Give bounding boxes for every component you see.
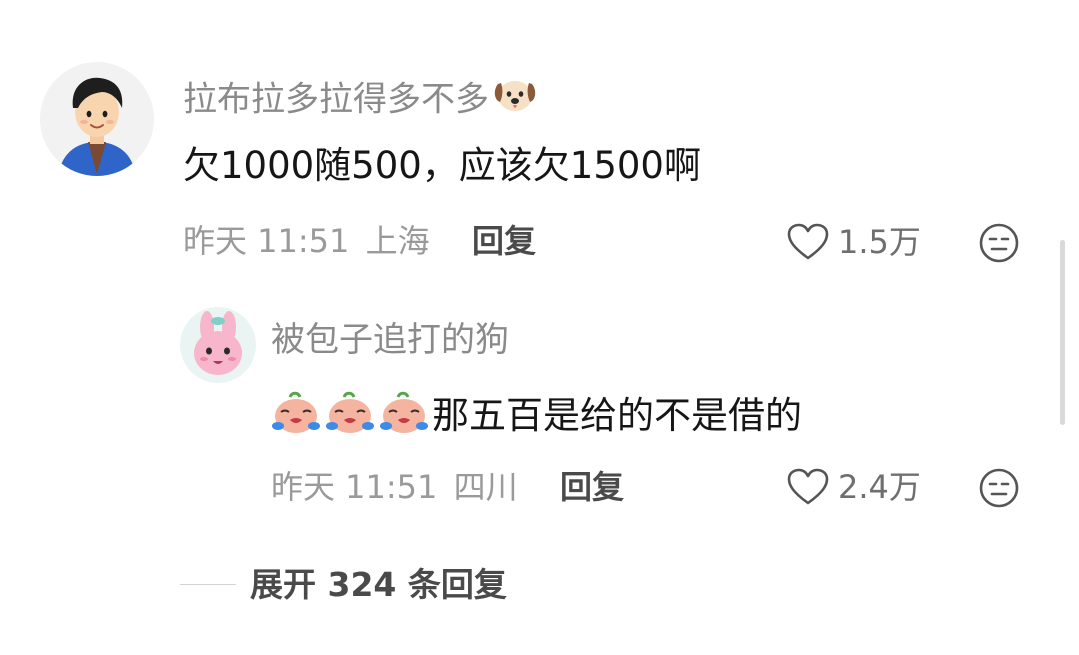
crying-bun-icon — [324, 388, 376, 442]
boy-avatar-icon — [40, 62, 154, 176]
comment-reply-button[interactable]: 回复 — [472, 225, 536, 257]
comment-text: 欠1000随500，应该欠1500啊 — [183, 144, 701, 187]
reply-text-line: 那五百是给的不是借的 — [270, 388, 802, 442]
reply-like-button[interactable]: 2.4万 — [786, 467, 921, 507]
reply-meta: 昨天 11:51 四川 — [271, 471, 518, 503]
dog-face-icon — [491, 74, 539, 120]
crying-bun-icon — [270, 388, 322, 442]
meh-face-icon — [979, 468, 1019, 508]
reply-reply-button[interactable]: 回复 — [560, 471, 624, 503]
reply-like-count: 2.4万 — [838, 468, 921, 506]
reply-location: 四川 — [453, 468, 518, 506]
comment-author-avatar[interactable] — [40, 62, 154, 176]
heart-outline-icon — [787, 223, 829, 260]
crying-bun-icon — [378, 388, 430, 442]
expand-replies-button[interactable]: 展开 324 条回复 — [250, 568, 507, 601]
reply-text: 那五百是给的不是借的 — [432, 393, 802, 437]
comment-time: 昨天 11:51 — [183, 222, 350, 260]
reply-author-name[interactable]: 被包子追打的狗 — [271, 323, 509, 357]
comment-like-button[interactable]: 1.5万 — [786, 222, 921, 262]
reply-author-avatar[interactable] — [180, 307, 256, 383]
comment-author-name[interactable]: 拉布拉多拉得多不多 — [183, 78, 539, 124]
comment-meta: 昨天 11:51 上海 — [183, 225, 430, 257]
comment-dislike-button[interactable] — [978, 222, 1020, 268]
expand-divider — [180, 584, 236, 585]
reply-dislike-button[interactable] — [978, 467, 1020, 513]
comment-location: 上海 — [365, 222, 430, 260]
pink-bunny-avatar-icon — [180, 307, 256, 383]
heart-outline-icon — [787, 468, 829, 505]
scrollbar[interactable] — [1060, 240, 1065, 425]
meh-face-icon — [979, 223, 1019, 263]
reply-time: 昨天 11:51 — [271, 468, 438, 506]
comment-like-count: 1.5万 — [838, 223, 921, 261]
